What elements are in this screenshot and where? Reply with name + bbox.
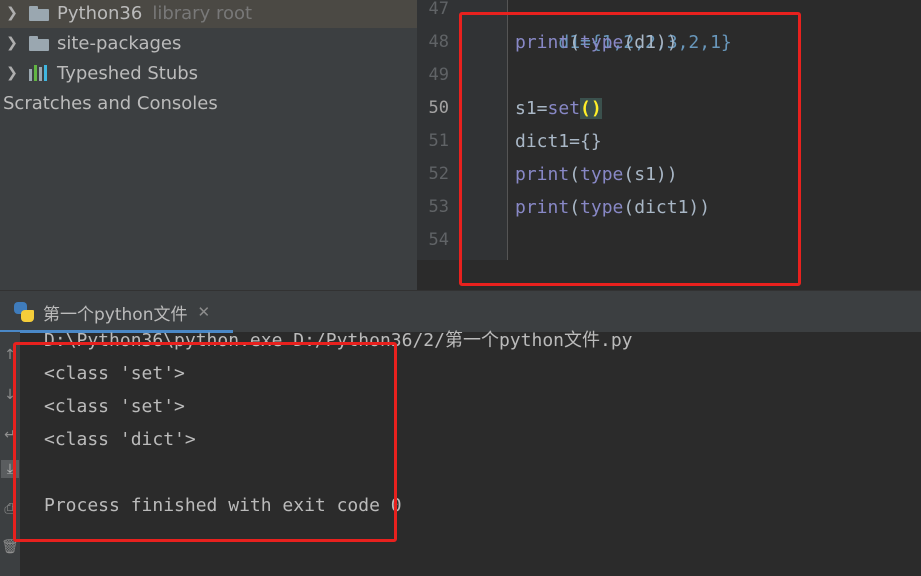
tree-item-hint: library root: [152, 2, 253, 24]
run-side-toolbar: ↑ ↓ ↵ ⤓ ⎙ 🗑: [0, 332, 20, 576]
code-text: (s1)): [623, 164, 678, 185]
line-number: 51: [428, 131, 449, 151]
run-tool-window: 第一个python文件 ✕ ↑ ↓ ↵ ⤓ ⎙ 🗑 D:\Python36\py…: [0, 290, 921, 576]
line-number: 53: [428, 197, 449, 217]
line-number: 47: [428, 0, 449, 19]
chevron-right-icon[interactable]: ❯: [3, 35, 21, 51]
line-number: 52: [428, 164, 449, 184]
line-number: 48: [428, 32, 449, 52]
code-text: (: [569, 32, 581, 53]
chevron-right-icon[interactable]: ❯: [3, 65, 21, 81]
code-line-51[interactable]: dict1={}: [515, 125, 915, 158]
code-keyword: print: [515, 197, 570, 218]
soft-wrap-icon[interactable]: ↵: [1, 426, 19, 444]
tree-item-label: Python36: [57, 2, 143, 24]
code-keyword: print: [515, 32, 570, 53]
tree-item-label: site-packages: [57, 32, 182, 54]
editor-bottom-area: [417, 260, 921, 290]
rerun-up-icon[interactable]: ↑: [1, 346, 19, 364]
code-line-52[interactable]: print(type(s1)): [515, 158, 915, 191]
code-text: (: [569, 164, 581, 185]
tree-item-site-packages[interactable]: ❯ site-packages: [0, 28, 417, 58]
code-keyword: set: [547, 98, 581, 119]
code-text: (dict1)): [623, 197, 711, 218]
run-tab-label: 第一个python文件: [43, 304, 188, 325]
code-text: (d1)): [623, 32, 678, 53]
tree-item-label: Typeshed Stubs: [57, 62, 199, 84]
code-keyword: print: [515, 164, 570, 185]
library-stubs-icon: [29, 65, 49, 81]
gutter-divider: [507, 0, 508, 260]
code-line-47[interactable]: d1={1,2,2,3,2,1}: [515, 0, 915, 53]
code-line-48[interactable]: print(type(d1)): [515, 26, 915, 59]
code-keyword: type: [580, 164, 624, 185]
console-line: <class 'set'>: [44, 363, 185, 384]
code-editor[interactable]: 47 48 49 50 51 52 53 54 d1={1,2,2,3,2,1}…: [417, 0, 921, 290]
project-tree-panel: ❯ Python36 library root ❯ site-packages …: [0, 0, 417, 290]
line-number-current: 50: [428, 98, 449, 118]
line-number: 54: [428, 230, 449, 250]
scroll-to-end-icon[interactable]: ⤓: [1, 460, 19, 478]
folder-icon: [29, 35, 49, 51]
print-icon[interactable]: ⎙: [1, 500, 19, 518]
tree-item-python36[interactable]: ❯ Python36 library root: [0, 0, 417, 28]
tree-item-label: Scratches and Consoles: [3, 92, 218, 114]
trash-icon[interactable]: 🗑: [1, 538, 19, 556]
folder-icon: [29, 5, 49, 21]
tree-item-typeshed-stubs[interactable]: ❯ Typeshed Stubs: [0, 58, 417, 88]
console-line: D:\Python36\python.exe D:/Python36/2/第一个…: [44, 330, 633, 351]
matched-brace-highlight: (): [580, 98, 602, 119]
close-icon[interactable]: ✕: [197, 303, 210, 321]
console-line: Process finished with exit code 0: [44, 495, 402, 516]
console-line: <class 'set'>: [44, 396, 185, 417]
scroll-down-icon[interactable]: ↓: [1, 386, 19, 404]
tree-item-scratches-and-consoles[interactable]: Scratches and Consoles: [0, 88, 417, 118]
python-icon: [14, 302, 34, 322]
line-number: 49: [428, 65, 449, 85]
chevron-right-icon[interactable]: ❯: [3, 5, 21, 21]
code-text: dict1={}: [515, 131, 602, 152]
code-text: s1=: [515, 98, 548, 119]
line-number-gutter: 47 48 49 50 51 52 53 54: [417, 0, 507, 260]
code-keyword: type: [580, 197, 624, 218]
code-keyword: type: [580, 32, 624, 53]
code-line-53[interactable]: print(type(dict1)): [515, 191, 915, 224]
console-line: <class 'dict'>: [44, 429, 196, 450]
code-text: (: [569, 197, 581, 218]
code-line-50[interactable]: s1=set(): [515, 92, 915, 125]
